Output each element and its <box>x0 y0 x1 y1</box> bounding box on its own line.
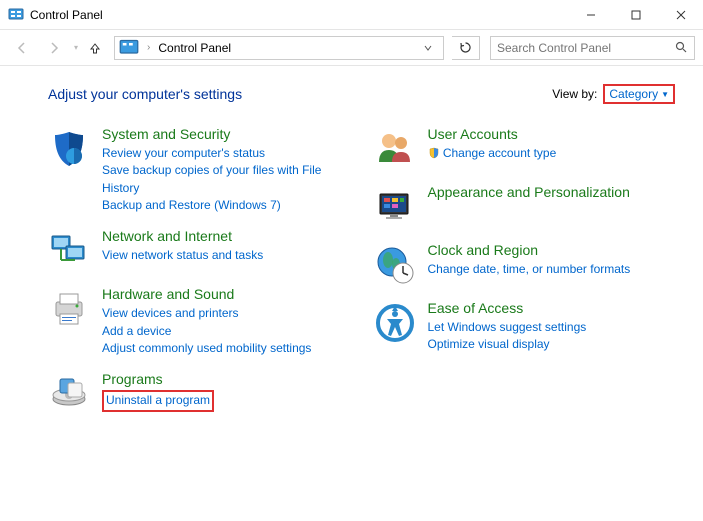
titlebar: Control Panel <box>0 0 703 30</box>
page-heading: Adjust your computer's settings <box>48 86 552 102</box>
category-link[interactable]: Review your computer's status <box>102 145 350 162</box>
category-link[interactable]: View devices and printers <box>102 305 350 322</box>
category-title[interactable]: Ease of Access <box>428 300 676 317</box>
network-icon <box>48 230 90 272</box>
category-programs: Programs Uninstall a program <box>48 371 350 415</box>
close-button[interactable] <box>658 0 703 29</box>
category-link[interactable]: Adjust commonly used mobility settings <box>102 340 350 357</box>
minimize-button[interactable] <box>568 0 613 29</box>
breadcrumb-item[interactable]: Control Panel <box>154 41 235 55</box>
shield-small-icon <box>428 147 440 159</box>
control-panel-icon <box>8 7 24 23</box>
search-icon[interactable] <box>675 41 688 54</box>
category-link-uninstall[interactable]: Uninstall a program <box>106 393 210 407</box>
window-controls <box>568 0 703 29</box>
category-clock-region: Clock and Region Change date, time, or n… <box>374 242 676 286</box>
clock-icon <box>374 244 416 286</box>
ease-of-access-icon <box>374 302 416 344</box>
view-by-value: Category <box>609 87 658 101</box>
category-ease-of-access: Ease of Access Let Windows suggest setti… <box>374 300 676 354</box>
category-column-left: System and Security Review your computer… <box>48 126 350 429</box>
control-panel-crumb-icon <box>119 38 139 58</box>
category-link[interactable]: Backup and Restore (Windows 7) <box>102 197 350 214</box>
content-area: Adjust your computer's settings View by:… <box>0 66 703 439</box>
recent-dropdown-icon[interactable]: ▾ <box>72 43 80 52</box>
navigation-bar: ▾ › Control Panel <box>0 30 703 66</box>
category-link[interactable]: Change account type <box>428 145 676 162</box>
address-bar[interactable]: › Control Panel <box>114 36 444 60</box>
programs-icon <box>48 373 90 415</box>
chevron-down-icon: ▼ <box>661 90 669 99</box>
window-title: Control Panel <box>30 8 568 22</box>
up-button[interactable] <box>84 37 106 59</box>
user-accounts-icon <box>374 128 416 170</box>
view-by-dropdown[interactable]: Category ▼ <box>603 84 675 104</box>
maximize-button[interactable] <box>613 0 658 29</box>
category-system-security: System and Security Review your computer… <box>48 126 350 214</box>
search-input[interactable] <box>497 41 675 55</box>
search-box[interactable] <box>490 36 695 60</box>
category-title[interactable]: Programs <box>102 371 350 388</box>
view-by-control: View by: Category ▼ <box>552 84 675 104</box>
category-link[interactable]: Let Windows suggest settings <box>428 319 676 336</box>
category-hardware: Hardware and Sound View devices and prin… <box>48 286 350 357</box>
category-network: Network and Internet View network status… <box>48 228 350 272</box>
category-title[interactable]: Clock and Region <box>428 242 676 259</box>
category-title[interactable]: System and Security <box>102 126 350 143</box>
highlighted-link: Uninstall a program <box>102 390 214 411</box>
category-title[interactable]: Network and Internet <box>102 228 350 245</box>
printer-icon <box>48 288 90 330</box>
shield-icon <box>48 128 90 170</box>
category-title[interactable]: Hardware and Sound <box>102 286 350 303</box>
category-user-accounts: User Accounts Change account type <box>374 126 676 170</box>
category-link[interactable]: Optimize visual display <box>428 336 676 353</box>
category-title[interactable]: Appearance and Personalization <box>428 184 676 201</box>
category-column-right: User Accounts Change account type Appear… <box>374 126 676 429</box>
category-link[interactable]: Change date, time, or number formats <box>428 261 676 278</box>
breadcrumb-separator[interactable]: › <box>143 42 154 53</box>
refresh-button[interactable] <box>452 36 480 60</box>
category-title[interactable]: User Accounts <box>428 126 676 143</box>
category-link[interactable]: Add a device <box>102 323 350 340</box>
category-appearance: Appearance and Personalization <box>374 184 676 228</box>
back-button[interactable] <box>8 34 36 62</box>
appearance-icon <box>374 186 416 228</box>
category-link[interactable]: View network status and tasks <box>102 247 350 264</box>
category-link[interactable]: Save backup copies of your files with Fi… <box>102 162 350 197</box>
view-by-label: View by: <box>552 87 597 101</box>
forward-button[interactable] <box>40 34 68 62</box>
address-dropdown-icon[interactable] <box>423 43 443 53</box>
